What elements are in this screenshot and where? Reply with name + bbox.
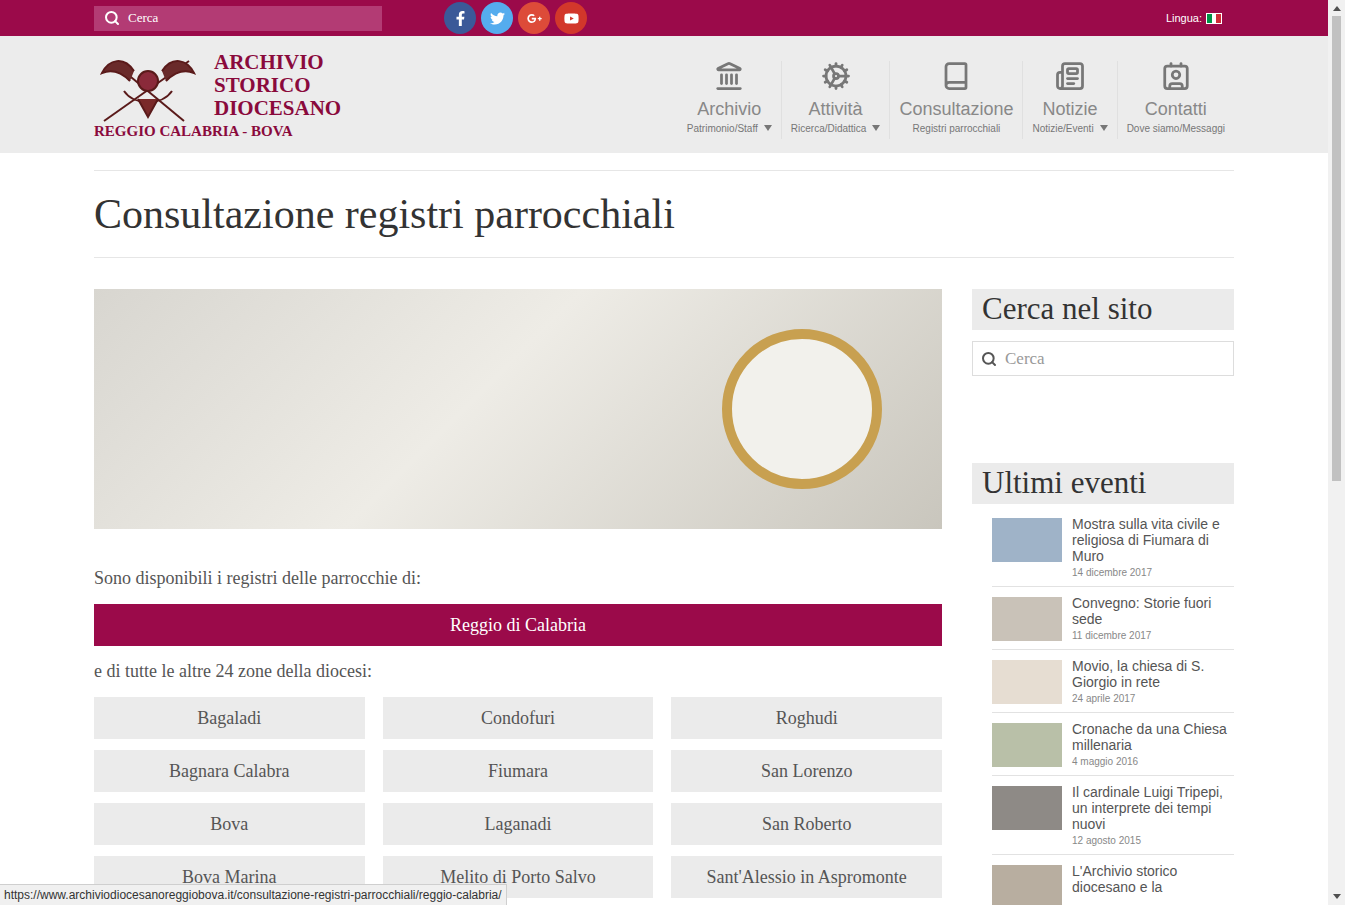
sidebar: Cerca nel sitoCercaUltimi eventiMostra s… <box>972 289 1234 905</box>
scroll-down-icon[interactable] <box>1333 894 1341 899</box>
zone-button[interactable]: San Roberto <box>671 803 942 845</box>
title-block: Consultazione registri parrocchiali <box>94 170 1234 258</box>
nav-item[interactable]: ConsultazioneRegistri parrocchiali <box>889 61 1022 139</box>
dropdown-caret-icon <box>764 125 772 131</box>
status-bar: https://www.archiviodiocesanoreggiobova.… <box>0 884 507 905</box>
logo[interactable]: ARCHIVIOSTORICODIOCESANOREGGIO CALABRIA … <box>94 49 341 141</box>
event-item[interactable]: Convegno: Storie fuori sede11 dicembre 2… <box>992 593 1234 650</box>
facebook-icon[interactable] <box>444 2 476 34</box>
event-thumbnail <box>992 865 1062 905</box>
event-thumbnail <box>992 786 1062 830</box>
language-selector[interactable]: Lingua: <box>1166 10 1222 27</box>
main-column: Sono disponibili i registri delle parroc… <box>94 289 942 905</box>
event-item[interactable]: Cronache da una Chiesa millenaria4 maggi… <box>992 719 1234 776</box>
zone-button[interactable]: Laganadi <box>383 803 654 845</box>
event-item[interactable]: Movio, la chiesa di S. Giorgio in rete24… <box>992 656 1234 713</box>
top-bar: Cerca Lingua: <box>0 0 1328 36</box>
browser-page: Cerca Lingua: ARCHIVIOSTORICODIOCESANOREGG… <box>0 0 1345 905</box>
search-icon <box>981 351 997 367</box>
social-links <box>444 2 587 34</box>
italian-flag-icon <box>1206 13 1222 24</box>
event-item[interactable]: L'Archivio storico diocesano e la <box>992 861 1234 905</box>
header: ARCHIVIOSTORICODIOCESANOREGGIO CALABRIA … <box>0 36 1328 153</box>
book-icon <box>941 61 971 91</box>
contact-icon <box>1161 61 1191 91</box>
zone-button[interactable]: Bagaladi <box>94 697 365 739</box>
cog-icon <box>821 61 851 91</box>
nav-item[interactable]: ContattiDove siamo/Messaggi <box>1117 61 1234 139</box>
zone-button[interactable]: Bova <box>94 803 365 845</box>
page: Cerca Lingua: ARCHIVIOSTORICODIOCESANOREGG… <box>0 0 1328 905</box>
nav-item[interactable]: AttivitàRicerca/Didattica <box>781 61 890 139</box>
google-plus-icon[interactable] <box>518 2 550 34</box>
zones-grid: Bagaladi Condofuri Roghudi Bagnara Calabra F… <box>94 697 942 898</box>
youtube-icon[interactable] <box>555 2 587 34</box>
scroll-thumb[interactable] <box>1332 16 1341 481</box>
reggio-button[interactable]: Reggio di Calabria <box>94 604 942 646</box>
search-icon <box>104 10 120 26</box>
event-thumbnail <box>992 723 1062 767</box>
zone-button[interactable]: Condofuri <box>383 697 654 739</box>
dropdown-caret-icon <box>872 125 880 131</box>
top-search[interactable]: Cerca <box>94 6 382 31</box>
zone-button[interactable]: San Lorenzo <box>671 750 942 792</box>
event-thumbnail <box>992 518 1062 562</box>
event-thumbnail <box>992 660 1062 704</box>
twitter-icon[interactable] <box>481 2 513 34</box>
sidebar-search[interactable]: Cerca <box>972 341 1234 376</box>
zone-button[interactable]: Fiumara <box>383 750 654 792</box>
registers-photo <box>94 289 942 529</box>
event-thumbnail <box>992 597 1062 641</box>
newspaper-icon <box>1055 61 1085 91</box>
logo-emblem-icon <box>94 51 202 129</box>
scrollbar[interactable] <box>1328 0 1345 905</box>
scroll-up-icon[interactable] <box>1333 6 1341 11</box>
landmark-icon <box>714 61 744 91</box>
event-item[interactable]: Mostra sulla vita civile e religiosa di … <box>992 514 1234 587</box>
event-item[interactable]: Il cardinale Luigi Tripepi, un interpret… <box>992 782 1234 855</box>
nav-item[interactable]: ArchivioPatrimonio/Staff <box>678 61 781 139</box>
nav-item[interactable]: NotizieNotizie/Eventi <box>1022 61 1116 139</box>
main-nav: ArchivioPatrimonio/StaffAttivitàRicerca/… <box>678 61 1234 139</box>
zone-button[interactable]: Bagnara Calabra <box>94 750 365 792</box>
zone-button[interactable]: Roghudi <box>671 697 942 739</box>
events-list: Mostra sulla vita civile e religiosa di … <box>972 514 1234 905</box>
zone-button[interactable]: Sant'Alessio in Aspromonte <box>671 856 942 898</box>
dropdown-caret-icon <box>1100 125 1108 131</box>
